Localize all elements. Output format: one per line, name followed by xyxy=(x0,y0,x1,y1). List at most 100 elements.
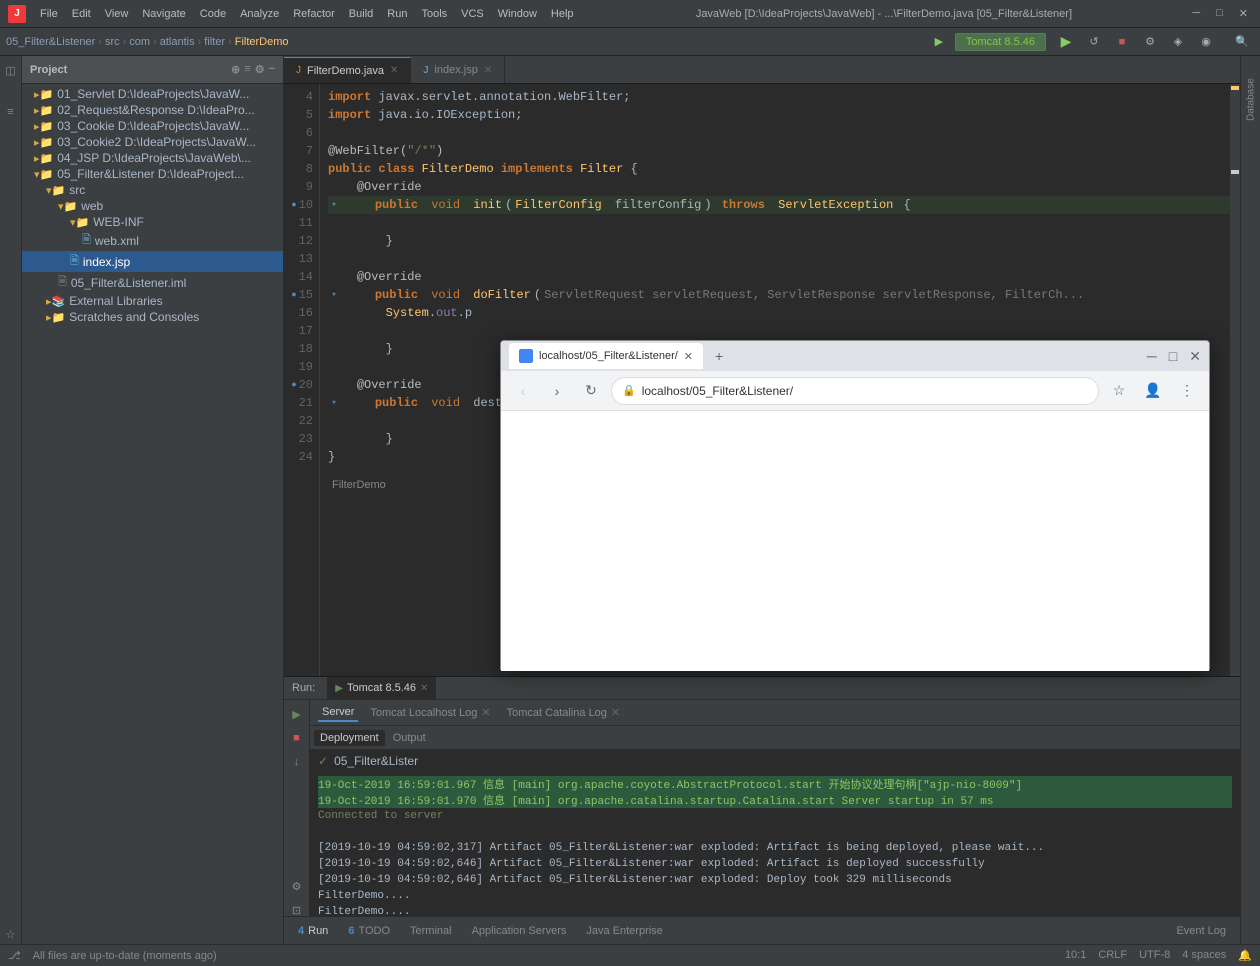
tree-label: src xyxy=(69,183,85,197)
menu-help[interactable]: Help xyxy=(545,6,580,22)
subtab-close-icon[interactable]: ✕ xyxy=(611,706,620,719)
favorites-icon[interactable]: ☆ xyxy=(1,924,21,944)
bottom-tab-javaenterprise[interactable]: Java Enterprise xyxy=(580,923,668,939)
breadcrumb-filterdemo[interactable]: FilterDemo xyxy=(235,36,289,48)
project-toggle-icon[interactable]: ◫ xyxy=(1,60,21,80)
tree-item-scratches[interactable]: ▸📁 Scratches and Consoles xyxy=(22,309,283,325)
tab-close-button[interactable]: ✕ xyxy=(484,65,492,76)
browser-close-button[interactable]: ✕ xyxy=(1189,348,1201,365)
menu-analyze[interactable]: Analyze xyxy=(234,6,285,22)
tree-label: WEB-INF xyxy=(93,215,144,229)
project-collapse-icon[interactable]: − xyxy=(269,63,275,76)
project-layout-icon[interactable]: ≡ xyxy=(244,63,250,76)
bottom-tab-eventlog[interactable]: Event Log xyxy=(1170,923,1232,939)
browser-refresh-button[interactable]: ↻ xyxy=(577,377,605,405)
structure-icon[interactable]: ≡ xyxy=(1,102,21,122)
menu-edit[interactable]: Edit xyxy=(66,6,97,22)
browser-minimize-button[interactable]: ─ xyxy=(1147,348,1157,365)
tab-index-jsp[interactable]: J index.jsp ✕ xyxy=(411,57,505,83)
tab-filterdemo-java[interactable]: J FilterDemo.java ✕ xyxy=(284,57,411,83)
run-tab-tomcat[interactable]: ▶ Tomcat 8.5.46 ✕ xyxy=(327,677,436,699)
nav-settings-icon[interactable]: ⚙ xyxy=(1138,30,1162,54)
nav-refresh-icon[interactable]: ↺ xyxy=(1082,30,1106,54)
breadcrumb-com[interactable]: com xyxy=(129,36,150,48)
run-subtab-localhost-log[interactable]: Tomcat Localhost Log ✕ xyxy=(366,704,494,721)
browser-tab[interactable]: localhost/05_Filter&Listener/ ✕ xyxy=(509,343,703,369)
menu-view[interactable]: View xyxy=(99,6,135,22)
browser-forward-button[interactable]: › xyxy=(543,377,571,405)
database-icon[interactable]: Database xyxy=(1242,60,1260,140)
run-stop-button[interactable]: ■ xyxy=(287,728,307,748)
tree-item-03cookie2[interactable]: ▸📁 03_Cookie2 D:\IdeaProjects\JavaW... xyxy=(22,134,283,150)
breadcrumb-atlantis[interactable]: atlantis xyxy=(160,36,195,48)
menu-refactor[interactable]: Refactor xyxy=(287,6,341,22)
nav-debug-icon[interactable]: ▶ xyxy=(927,30,951,54)
subtab-close-icon[interactable]: ✕ xyxy=(481,706,490,719)
sub-tab-output[interactable]: Output xyxy=(387,730,432,746)
breadcrumb-filter[interactable]: filter xyxy=(204,36,225,48)
bottom-tab-todo[interactable]: 6 TODO xyxy=(342,923,396,939)
menu-vcs[interactable]: VCS xyxy=(455,6,490,22)
project-settings-icon[interactable]: ⊕ xyxy=(231,63,240,76)
menu-code[interactable]: Code xyxy=(194,6,232,22)
tree-item-webinf[interactable]: ▾📁 WEB-INF xyxy=(22,214,283,230)
breadcrumb-project[interactable]: 05_Filter&Listener xyxy=(6,36,95,48)
bottom-tab-terminal[interactable]: Terminal xyxy=(404,923,458,939)
tree-label: web.xml xyxy=(95,234,139,248)
menu-window[interactable]: Window xyxy=(492,6,543,22)
menu-run[interactable]: Run xyxy=(381,6,413,22)
menu-build[interactable]: Build xyxy=(343,6,379,22)
tree-item-web[interactable]: ▾📁 web xyxy=(22,198,283,214)
nav-more-icon[interactable]: 🔍 xyxy=(1230,30,1254,54)
app-logo: J xyxy=(8,5,26,23)
tree-item-04jsp[interactable]: ▸📁 04_JSP D:\IdeaProjects\JavaWeb\... xyxy=(22,150,283,166)
nav-run-icon[interactable]: ▶ xyxy=(1054,30,1078,54)
tree-item-src[interactable]: ▾📁 src xyxy=(22,182,283,198)
browser-new-tab-button[interactable]: + xyxy=(715,348,723,364)
run-subtab-server[interactable]: Server xyxy=(318,704,358,722)
vertical-scrollbar[interactable] xyxy=(1230,84,1240,676)
run-side-toolbar: ▶ ■ ↓ ⚙ ⊡ xyxy=(284,700,310,924)
nav-profile-icon[interactable]: ◉ xyxy=(1194,30,1218,54)
run-restart-button[interactable]: ▶ xyxy=(287,704,307,724)
tree-item-iml[interactable]: 🗎 05_Filter&Listener.iml xyxy=(22,272,283,293)
tree-item-indexjsp[interactable]: 🗎 index.jsp xyxy=(22,251,283,272)
code-line-8: public class FilterDemo implements Filte… xyxy=(328,160,1230,178)
maximize-button[interactable]: □ xyxy=(1216,7,1223,20)
run-tab-close-button[interactable]: ✕ xyxy=(420,683,428,694)
tree-item-01servlet[interactable]: ▸📁 01_Servlet D:\IdeaProjects\JavaW... xyxy=(22,86,283,102)
tree-item-02request[interactable]: ▸📁 02_Request&Response D:\IdeaPro... xyxy=(22,102,283,118)
browser-tab-close-button[interactable]: ✕ xyxy=(684,350,693,363)
browser-favicon xyxy=(519,349,533,363)
browser-back-button[interactable]: ‹ xyxy=(509,377,537,405)
browser-profile-button[interactable]: 👤 xyxy=(1139,377,1167,405)
browser-address-bar[interactable]: 🔒 localhost/05_Filter&Listener/ xyxy=(611,377,1099,405)
run-config-btn[interactable]: Tomcat 8.5.46 xyxy=(955,33,1046,51)
menu-tools[interactable]: Tools xyxy=(415,6,453,22)
run-log-line xyxy=(318,824,1232,840)
project-gear-icon[interactable]: ⚙ xyxy=(255,63,265,76)
tree-item-webxml[interactable]: 🗎 web.xml xyxy=(22,230,283,251)
breadcrumb-src[interactable]: src xyxy=(105,36,120,48)
sub-tab-deployment[interactable]: Deployment xyxy=(314,730,385,746)
nav-coverage-icon[interactable]: ◈ xyxy=(1166,30,1190,54)
browser-bookmark-button[interactable]: ☆ xyxy=(1105,377,1133,405)
browser-maximize-button[interactable]: □ xyxy=(1169,348,1177,365)
notification-icon[interactable]: 🔔 xyxy=(1238,949,1252,962)
subtab-label: Tomcat Localhost Log xyxy=(370,707,477,719)
menu-file[interactable]: File xyxy=(34,6,64,22)
browser-menu-button[interactable]: ⋮ xyxy=(1173,377,1201,405)
run-scroll-button[interactable]: ↓ xyxy=(287,752,307,772)
close-button[interactable]: ✕ xyxy=(1239,7,1248,20)
tree-item-03cookie[interactable]: ▸📁 03_Cookie D:\IdeaProjects\JavaW... xyxy=(22,118,283,134)
run-settings-button[interactable]: ⚙ xyxy=(287,876,307,896)
bottom-tab-appservers[interactable]: Application Servers xyxy=(466,923,573,939)
run-subtab-catalina-log[interactable]: Tomcat Catalina Log ✕ xyxy=(503,704,625,721)
tree-item-extlibs[interactable]: ▸📚 External Libraries xyxy=(22,293,283,309)
menu-navigate[interactable]: Navigate xyxy=(136,6,191,22)
tree-item-05filter[interactable]: ▾📁 05_Filter&Listener D:\IdeaProject... xyxy=(22,166,283,182)
tab-close-button[interactable]: ✕ xyxy=(390,65,398,76)
nav-stop-icon[interactable]: ■ xyxy=(1110,30,1134,54)
bottom-tab-run[interactable]: 4 Run xyxy=(292,923,334,939)
minimize-button[interactable]: ─ xyxy=(1192,7,1200,20)
